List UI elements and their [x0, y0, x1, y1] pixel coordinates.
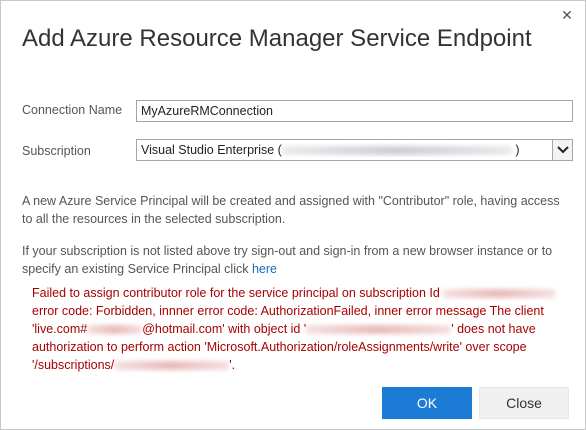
connection-name-label: Connection Name	[22, 103, 123, 117]
ok-button[interactable]: OK	[382, 387, 472, 419]
redacted-subscription-id	[443, 289, 556, 299]
redacted-subscription-scope	[114, 361, 230, 371]
redacted-email	[87, 325, 143, 335]
redacted-object-id	[306, 325, 452, 335]
close-icon[interactable]: ✕	[557, 5, 577, 25]
subscription-suffix: )	[515, 143, 520, 157]
error-part-5: '.	[229, 358, 236, 372]
chevron-down-icon[interactable]	[552, 140, 572, 160]
add-service-endpoint-dialog: ✕ Add Azure Resource Manager Service End…	[0, 0, 586, 430]
close-button[interactable]: Close	[479, 387, 569, 419]
connection-name-input[interactable]	[136, 100, 573, 122]
redacted-subscription-id	[281, 146, 512, 156]
here-link[interactable]: here	[252, 262, 277, 276]
subscription-select[interactable]: Visual Studio Enterprise ( )	[136, 139, 573, 161]
service-principal-info: A new Azure Service Principal will be cr…	[22, 194, 560, 226]
subscription-help-text: If your subscription is not listed above…	[22, 242, 567, 278]
subscription-label: Subscription	[22, 144, 91, 158]
subscription-help-text-body: If your subscription is not listed above…	[22, 244, 553, 276]
subscription-prefix: Visual Studio Enterprise (	[141, 143, 282, 157]
error-part-3: @hotmail.com' with object id '	[142, 322, 307, 336]
dialog-title: Add Azure Resource Manager Service Endpo…	[22, 25, 532, 52]
subscription-selected-value: Visual Studio Enterprise ( )	[141, 143, 552, 157]
error-part-1: Failed to assign contributor role for th…	[32, 286, 440, 300]
error-message: Failed to assign contributor role for th…	[32, 284, 557, 374]
